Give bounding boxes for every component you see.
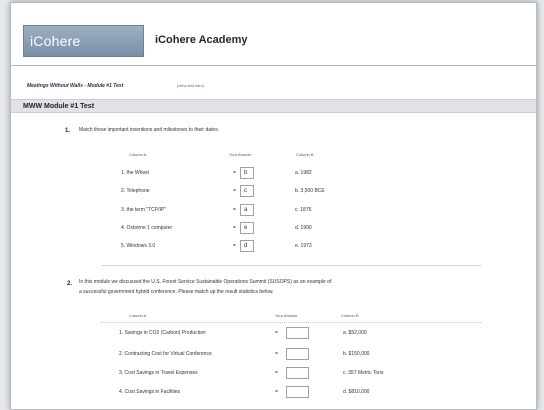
q1-row: 1. the Wheel = b a. 1982 <box>11 167 536 183</box>
q2-column-b-header: Column B <box>341 313 359 318</box>
q2-row-2-column-a: 2. Contracting Cost for Virtual Conferen… <box>119 351 212 357</box>
equals-sign: = <box>233 188 236 194</box>
equals-sign: = <box>275 330 278 336</box>
q1-row-3-column-b: c. 1876 <box>295 207 312 213</box>
q2-header-divider <box>101 322 481 323</box>
q2-answer-input-2[interactable] <box>286 348 309 360</box>
q1-row: 5. Windows 3.0 = d e. 1973 <box>11 240 536 256</box>
q2-row-4-column-b: d. $810,000 <box>343 389 370 395</box>
q1-answer-input-2[interactable]: c <box>240 185 254 197</box>
q2-column-a-header: Column A <box>129 313 147 318</box>
q1-row-1-column-a: 1. the Wheel <box>121 170 150 176</box>
q1-answer-input-5[interactable]: d <box>240 240 254 252</box>
q2-row: 2. Contracting Cost for Virtual Conferen… <box>11 348 536 364</box>
q2-row-1-column-b: a. $52,000 <box>343 330 367 336</box>
equals-sign: = <box>275 351 278 357</box>
q2-row-1-column-a: 1. Savings in CO2 (Carbon) Production <box>119 330 206 336</box>
q1-row: 3. the term "TCP/IP" = a c. 1876 <box>11 204 536 220</box>
question-1-text: Match these important inventions and mil… <box>79 127 220 133</box>
question-divider <box>101 265 481 266</box>
q2-answer-input-3[interactable] <box>286 367 309 379</box>
equals-sign: = <box>233 207 236 213</box>
question-2-text-line-2: a successful government hybrid conferenc… <box>79 289 274 295</box>
equals-sign: = <box>233 243 236 249</box>
q1-row-4-column-a: 4. Osborne 1 computer <box>121 225 173 231</box>
q1-row-5-column-a: 5. Windows 3.0 <box>121 243 156 249</box>
view-test-intro-link[interactable]: (view test intro) <box>177 78 204 94</box>
q1-row: 2. Telephone = c b. 3,500 BCE <box>11 185 536 201</box>
q1-row-3-column-a: 3. the term "TCP/IP" <box>121 207 166 213</box>
breadcrumb: Meetings Without Walls - Module #1 Test … <box>11 78 536 94</box>
site-logo[interactable]: iCohere Academy <box>23 25 144 79</box>
q2-your-answer-header: Your Answer <box>275 313 298 318</box>
q1-answer-input-4[interactable]: e <box>240 222 254 234</box>
q1-row-1-column-b: a. 1982 <box>295 170 312 176</box>
equals-sign: = <box>275 389 278 395</box>
question-1-number: 1. <box>65 128 71 134</box>
page-title: MWW Module #1 Test <box>11 99 536 113</box>
q1-column-a-header: Column A <box>129 152 147 157</box>
q2-row-3-column-b: c. 357 Metric Tons <box>343 370 384 376</box>
q2-row-2-column-b: b. $150,000 <box>343 351 370 357</box>
browser-frame: iCohere Academy iCohere Academy Meetings… <box>10 2 537 410</box>
site-title: iCohere Academy <box>155 34 248 46</box>
q1-column-b-header: Column B <box>296 152 314 157</box>
header-divider <box>11 65 536 66</box>
equals-sign: = <box>233 225 236 231</box>
question-2-number: 2. <box>67 281 73 287</box>
q1-your-answer-header: Your Answer <box>229 152 252 157</box>
q1-row-2-column-a: 2. Telephone <box>121 188 150 194</box>
q2-answer-input-4[interactable] <box>286 386 309 398</box>
q2-row: 3. Cost Savings in Travel Expenses = c. … <box>11 367 536 383</box>
q1-row-5-column-b: e. 1973 <box>295 243 312 249</box>
q2-row: 1. Savings in CO2 (Carbon) Production = … <box>11 327 536 343</box>
q2-row-3-column-a: 3. Cost Savings in Travel Expenses <box>119 370 198 376</box>
equals-sign: = <box>275 370 278 376</box>
q1-row-4-column-b: d. 1990 <box>295 225 312 231</box>
q1-answer-input-3[interactable]: a <box>240 204 254 216</box>
site-header: iCohere Academy iCohere Academy <box>11 3 536 79</box>
breadcrumb-title[interactable]: Meetings Without Walls - Module #1 Test <box>27 78 123 94</box>
q2-answer-input-1[interactable] <box>286 327 309 339</box>
q1-row: 4. Osborne 1 computer = e d. 1990 <box>11 222 536 238</box>
q2-row-4-column-a: 4. Cost Savings in Facilities <box>119 389 181 395</box>
q1-row-2-column-b: b. 3,500 BCE <box>295 188 325 194</box>
equals-sign: = <box>233 170 236 176</box>
q1-answer-input-1[interactable]: b <box>240 167 254 179</box>
q2-row: 4. Cost Savings in Facilities = d. $810,… <box>11 386 536 402</box>
